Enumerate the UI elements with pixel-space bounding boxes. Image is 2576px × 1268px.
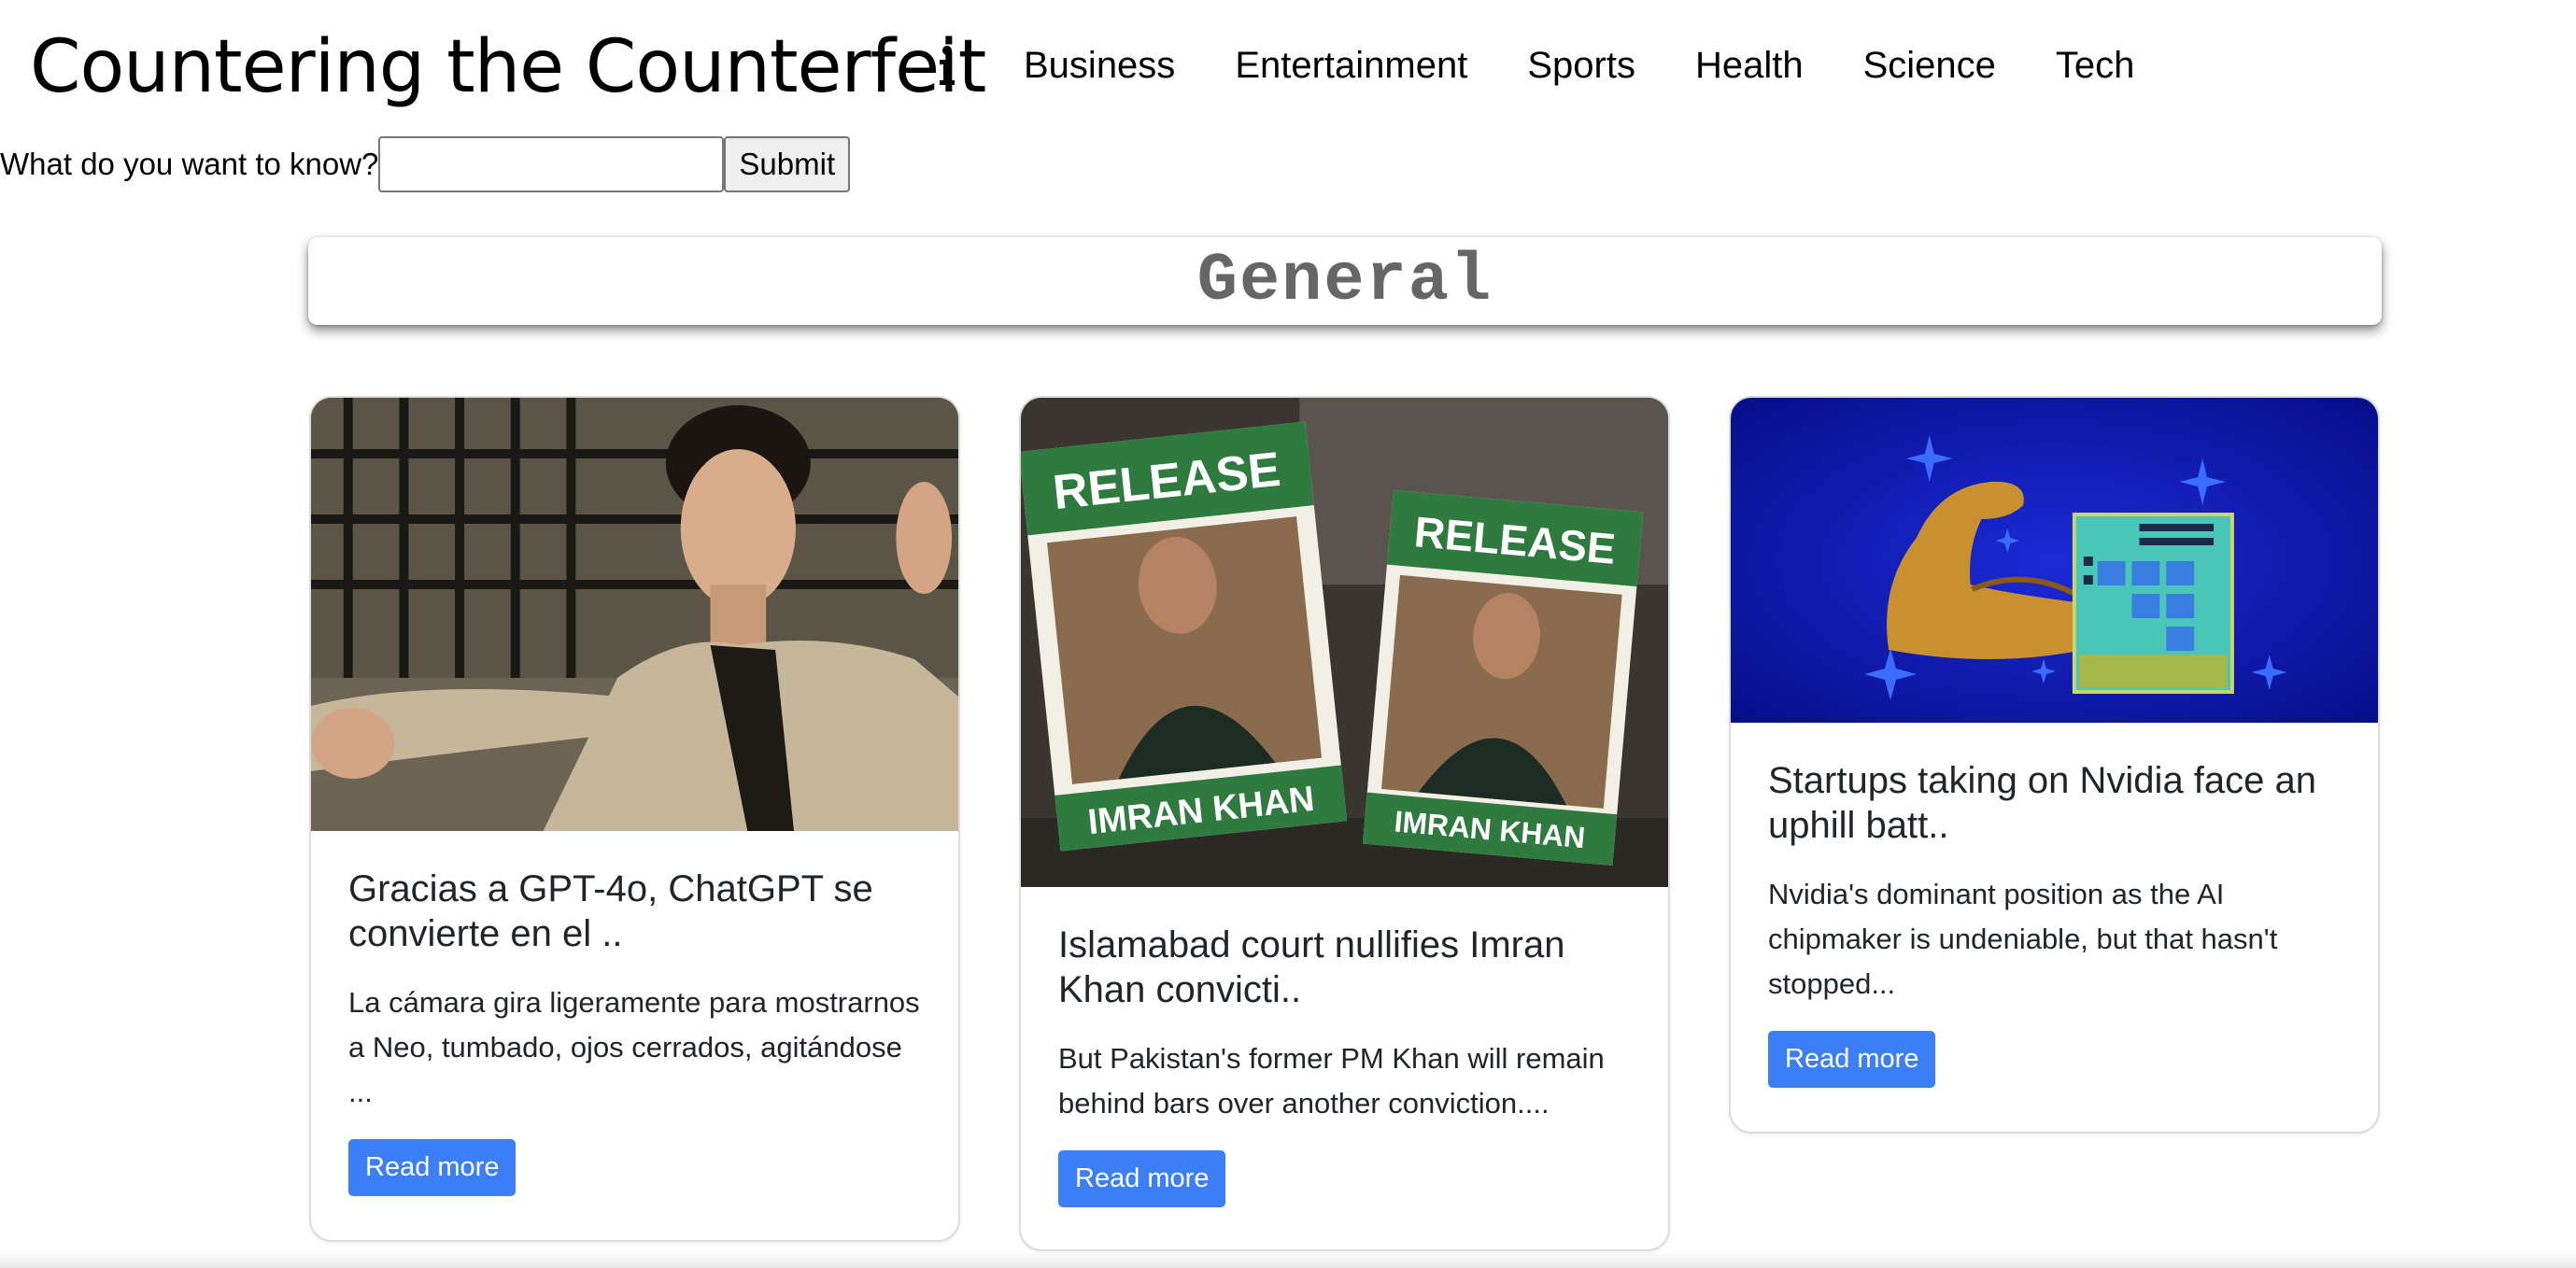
article-title[interactable]: Startups taking on Nvidia face an uphill… bbox=[1768, 758, 2341, 848]
article-description: La cámara gira ligeramente para mostrarn… bbox=[348, 986, 920, 1108]
article-image: RELEASE IMRAN KHAN RELEASE IMRAN KHAN bbox=[1021, 398, 1668, 887]
nav-link-science[interactable]: Science bbox=[1863, 45, 1996, 86]
article-title[interactable]: Gracias a GPT-4o, ChatGPT se convierte e… bbox=[348, 866, 921, 956]
article-description: But Pakistan's former PM Khan will remai… bbox=[1058, 1042, 1605, 1120]
category-title: General bbox=[1196, 243, 1493, 319]
submit-button[interactable]: Submit bbox=[724, 136, 851, 192]
article-image bbox=[311, 398, 958, 831]
category-banner: General bbox=[308, 237, 2382, 325]
article-card: Gracias a GPT-4o, ChatGPT se convierte e… bbox=[309, 396, 960, 1242]
article-title[interactable]: Islamabad court nullifies Imran Khan con… bbox=[1058, 923, 1631, 1012]
info-icon[interactable] bbox=[928, 37, 966, 93]
article-card: Startups taking on Nvidia face an uphill… bbox=[1729, 396, 2380, 1134]
read-more-button[interactable]: Read more bbox=[1768, 1031, 1936, 1088]
article-image bbox=[1731, 398, 2378, 723]
nav-link-entertainment[interactable]: Entertainment bbox=[1235, 45, 1467, 86]
article-card: RELEASE IMRAN KHAN RELEASE IMRAN KHAN Is… bbox=[1019, 396, 1670, 1251]
search-label: What do you want to know? bbox=[0, 147, 379, 181]
read-more-button[interactable]: Read more bbox=[348, 1139, 517, 1196]
nav-link-tech[interactable]: Tech bbox=[2056, 45, 2135, 86]
site-title: Countering the Counterfeit bbox=[30, 25, 986, 109]
category-nav: Business Entertainment Sports Health Sci… bbox=[1024, 37, 2194, 93]
search-input[interactable] bbox=[378, 136, 725, 192]
nav-link-health[interactable]: Health bbox=[1695, 45, 1804, 86]
nav-link-business[interactable]: Business bbox=[1024, 45, 1175, 86]
read-more-button[interactable]: Read more bbox=[1058, 1150, 1226, 1207]
article-description: Nvidia's dominant position as the AI chi… bbox=[1768, 878, 2278, 1000]
nav-link-sports[interactable]: Sports bbox=[1527, 45, 1635, 86]
bottom-shadow bbox=[0, 1251, 2576, 1268]
search-form: What do you want to know? Submit bbox=[0, 135, 851, 193]
